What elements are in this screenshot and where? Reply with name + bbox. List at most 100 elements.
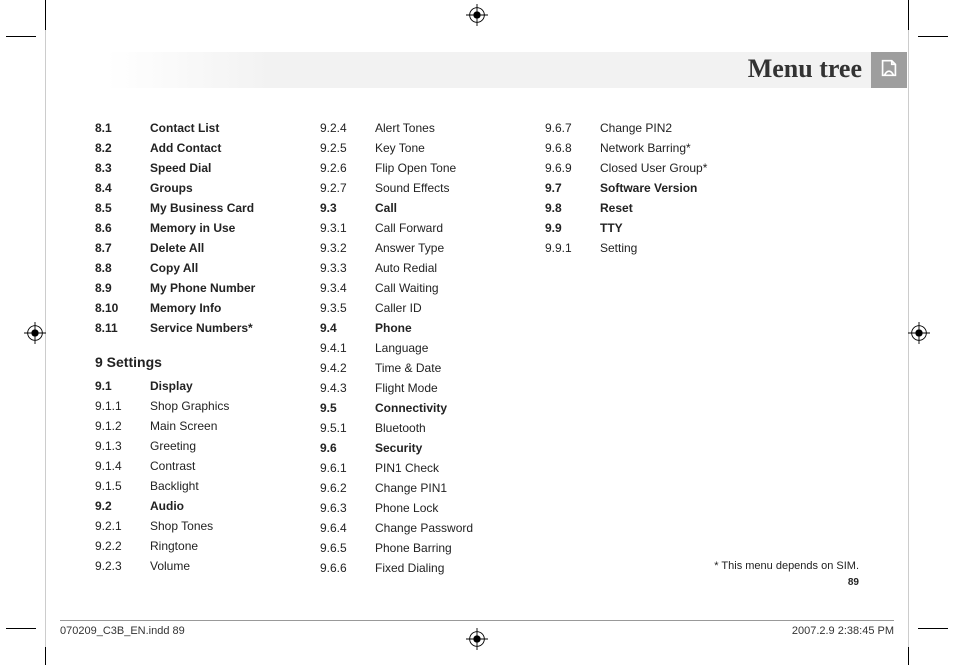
menu-row: 8.8Copy All xyxy=(95,258,290,278)
menu-number: 9.6 xyxy=(320,438,375,458)
registration-mark-icon xyxy=(466,4,488,26)
menu-label: Setting xyxy=(600,238,740,258)
menu-label: Bluetooth xyxy=(375,418,515,438)
menu-row: 8.7Delete All xyxy=(95,238,290,258)
menu-label: Greeting xyxy=(150,436,290,456)
menu-label: Call Waiting xyxy=(375,278,515,298)
menu-row: 9.1.4Contrast xyxy=(95,456,290,476)
menu-number: 9.6.5 xyxy=(320,538,375,558)
menu-number: 9.2.4 xyxy=(320,118,375,138)
menu-number: 9.6.4 xyxy=(320,518,375,538)
menu-number: 9.1.1 xyxy=(95,396,150,416)
menu-number: 9.9 xyxy=(545,218,600,238)
menu-row: 9.2.7Sound Effects xyxy=(320,178,515,198)
menu-number: 9.6.8 xyxy=(545,138,600,158)
menu-row: 9.4.3Flight Mode xyxy=(320,378,515,398)
menu-row: 9.6.8Network Barring* xyxy=(545,138,740,158)
menu-row: 9.6.1PIN1 Check xyxy=(320,458,515,478)
menu-number: 9.6.2 xyxy=(320,478,375,498)
menu-label: Shop Tones xyxy=(150,516,290,536)
content-area: 8.1Contact List8.2Add Contact8.3Speed Di… xyxy=(47,110,907,578)
menu-number: 9.1.3 xyxy=(95,436,150,456)
menu-number: 9.6.7 xyxy=(545,118,600,138)
menu-label: Volume xyxy=(150,556,290,576)
menu-label: Flight Mode xyxy=(375,378,515,398)
menu-row: 9.2.2Ringtone xyxy=(95,536,290,556)
menu-row: 8.1Contact List xyxy=(95,118,290,138)
menu-label: Fixed Dialing xyxy=(375,558,515,578)
menu-label: Service Numbers* xyxy=(150,318,290,338)
menu-number: 9.2.1 xyxy=(95,516,150,536)
menu-row: 9.2.4Alert Tones xyxy=(320,118,515,138)
menu-row: 9.3.1Call Forward xyxy=(320,218,515,238)
menu-label: Backlight xyxy=(150,476,290,496)
menu-row: 9.2.6Flip Open Tone xyxy=(320,158,515,178)
menu-row: 9.2.5Key Tone xyxy=(320,138,515,158)
imposition-file: 070209_C3B_EN.indd 89 xyxy=(60,625,185,649)
menu-number: 9.4.2 xyxy=(320,358,375,378)
menu-number: 9.3.4 xyxy=(320,278,375,298)
menu-row: 9.2.3Volume xyxy=(95,556,290,576)
menu-row: 9.2.1Shop Tones xyxy=(95,516,290,536)
menu-row: 9.3.5Caller ID xyxy=(320,298,515,318)
menu-row: 9.1.2Main Screen xyxy=(95,416,290,436)
menu-number: 9.5.1 xyxy=(320,418,375,438)
menu-row: 9.8Reset xyxy=(545,198,740,218)
header-icon-box xyxy=(871,52,907,88)
menu-number: 9.4.1 xyxy=(320,338,375,358)
menu-row: 8.5My Business Card xyxy=(95,198,290,218)
menu-number: 9.2.7 xyxy=(320,178,375,198)
menu-row: 9.6.2Change PIN1 xyxy=(320,478,515,498)
menu-label: Call Forward xyxy=(375,218,515,238)
menu-label: Memory in Use xyxy=(150,218,290,238)
menu-number: 9.8 xyxy=(545,198,600,218)
menu-label: Phone xyxy=(375,318,515,338)
menu-row: 9.4Phone xyxy=(320,318,515,338)
menu-label: Auto Redial xyxy=(375,258,515,278)
menu-row: 9.6.9Closed User Group* xyxy=(545,158,740,178)
menu-row: 9.5Connectivity xyxy=(320,398,515,418)
menu-label: Software Version xyxy=(600,178,740,198)
menu-label: TTY xyxy=(600,218,740,238)
menu-row: 9.9TTY xyxy=(545,218,740,238)
menu-number: 9.1 xyxy=(95,376,150,396)
page-number: 89 xyxy=(848,577,859,588)
page-header: Menu tree xyxy=(47,52,907,102)
menu-row: 8.6Memory in Use xyxy=(95,218,290,238)
section-heading-settings: 9 Settings xyxy=(95,352,290,372)
menu-number: 8.6 xyxy=(95,218,150,238)
menu-row: 9.5.1Bluetooth xyxy=(320,418,515,438)
menu-label: Phone Barring xyxy=(375,538,515,558)
menu-label: Copy All xyxy=(150,258,290,278)
menu-row: 8.9My Phone Number xyxy=(95,278,290,298)
menu-row: 9.1.1Shop Graphics xyxy=(95,396,290,416)
column-3: 9.6.7Change PIN29.6.8Network Barring*9.6… xyxy=(545,118,740,578)
menu-label: Speed Dial xyxy=(150,158,290,178)
menu-number: 9.6.3 xyxy=(320,498,375,518)
menu-number: 8.11 xyxy=(95,318,150,338)
menu-row: 9.3Call xyxy=(320,198,515,218)
menu-row: 9.3.4Call Waiting xyxy=(320,278,515,298)
menu-row: 9.6Security xyxy=(320,438,515,458)
menu-row: 9.4.2Time & Date xyxy=(320,358,515,378)
menu-label: Alert Tones xyxy=(375,118,515,138)
menu-row: 9.1Display xyxy=(95,376,290,396)
menu-number: 9.3.1 xyxy=(320,218,375,238)
menu-number: 9.2.5 xyxy=(320,138,375,158)
menu-number: 9.2.6 xyxy=(320,158,375,178)
document-icon xyxy=(878,57,900,84)
menu-label: Call xyxy=(375,198,515,218)
menu-row: 9.6.5Phone Barring xyxy=(320,538,515,558)
menu-number: 8.5 xyxy=(95,198,150,218)
menu-label: Groups xyxy=(150,178,290,198)
menu-label: Audio xyxy=(150,496,290,516)
menu-number: 8.8 xyxy=(95,258,150,278)
menu-number: 8.4 xyxy=(95,178,150,198)
menu-label: Ringtone xyxy=(150,536,290,556)
menu-row: 8.4Groups xyxy=(95,178,290,198)
menu-label: Delete All xyxy=(150,238,290,258)
menu-row: 8.3Speed Dial xyxy=(95,158,290,178)
menu-number: 9.1.5 xyxy=(95,476,150,496)
menu-number: 9.6.9 xyxy=(545,158,600,178)
menu-label: Change PIN1 xyxy=(375,478,515,498)
